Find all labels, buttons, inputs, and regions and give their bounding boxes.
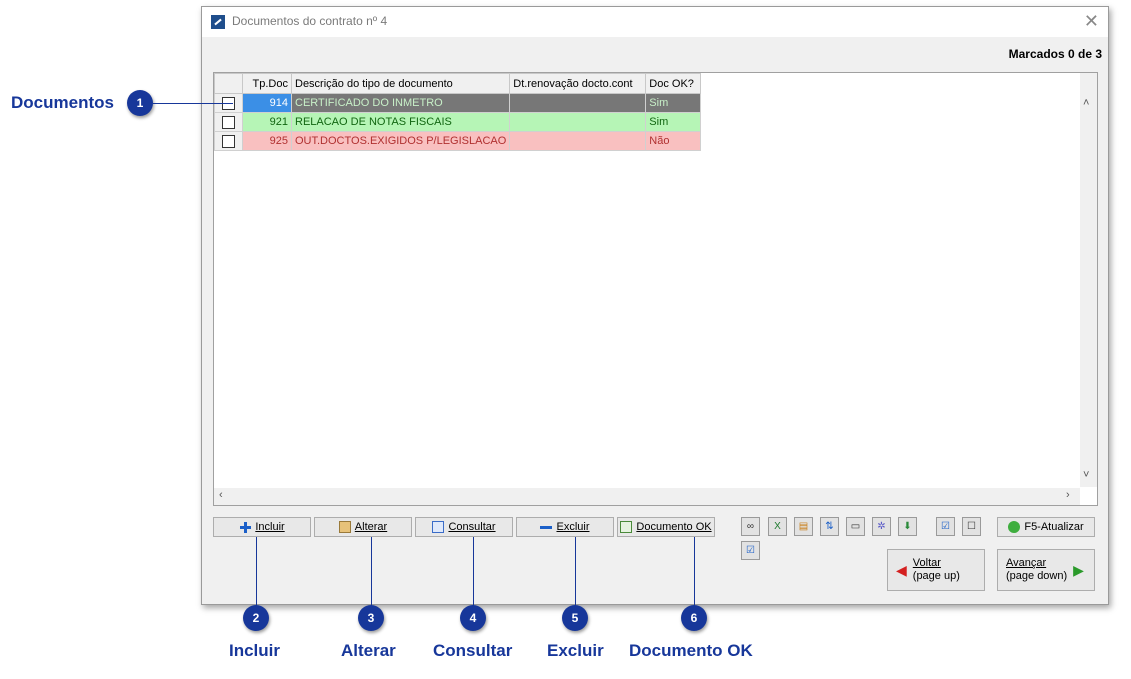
vertical-scrollbar[interactable]: ˄ ˅: [1080, 73, 1097, 487]
callout-line-4: [473, 537, 474, 607]
checklist-icon[interactable]: ☑: [741, 541, 760, 560]
avancar-shortcut: (page down): [1006, 570, 1068, 582]
callout-line-6: [694, 537, 695, 607]
consultar-button[interactable]: Consultar: [415, 517, 513, 537]
callout-label-consultar: Consultar: [433, 641, 513, 660]
callout-line-5: [575, 537, 576, 607]
callout-label-excluir: Excluir: [547, 641, 604, 660]
callout-line-1: [153, 103, 233, 104]
sort-icon[interactable]: ⇅: [820, 517, 839, 536]
incluir-label: Incluir: [255, 521, 285, 533]
cell-description: OUT.DOCTOS.EXIGIDOS P/LEGISLACAO: [290, 131, 511, 151]
scroll-down-icon[interactable]: ˅: [1083, 469, 1089, 481]
uncheck-all-icon[interactable]: ☐: [962, 517, 981, 536]
title-bar: Documentos do contrato nº 4 ✕: [202, 7, 1108, 37]
alterar-label: Alterar: [354, 521, 388, 533]
close-icon[interactable]: ✕: [1084, 11, 1099, 31]
link-icon[interactable]: ∞: [741, 517, 760, 536]
callout-badge-2: 2: [243, 605, 269, 631]
print-icon[interactable]: ▭: [846, 517, 865, 536]
documents-table: Tp.Doc Descrição do tipo de documento Dt…: [214, 73, 702, 151]
cell-doc-ok: Sim: [645, 93, 702, 113]
edit-icon: [338, 521, 351, 533]
avancar-button[interactable]: Avançar (page down) ▶: [997, 549, 1095, 591]
scroll-right-icon[interactable]: ›: [1066, 489, 1070, 501]
voltar-shortcut: (page up): [912, 570, 960, 582]
table-row[interactable]: 914 CERTIFICADO DO INMETRO Sim: [214, 93, 702, 113]
column-header-description[interactable]: Descrição do tipo de documento: [290, 73, 511, 94]
app-icon: [211, 15, 225, 29]
voltar-label: Voltar: [912, 557, 941, 569]
callout-badge-3: 3: [358, 605, 384, 631]
documento-ok-button[interactable]: Documento OK: [617, 517, 715, 537]
cell-doc-ok: Não: [645, 131, 702, 151]
documento-ok-label: Documento OK: [636, 521, 712, 533]
horizontal-scrollbar[interactable]: ‹ ›: [214, 488, 1080, 505]
arrow-right-icon: ▶: [1073, 561, 1084, 578]
cell-renewal: [509, 112, 647, 132]
callout-label-incluir: Incluir: [229, 641, 281, 660]
column-header-tpdoc[interactable]: Tp.Doc: [242, 73, 292, 94]
export-icon[interactable]: ⬇: [898, 517, 917, 536]
column-header-renewal[interactable]: Dt.renovação docto.cont: [509, 73, 647, 94]
window-title: Documentos do contrato nº 4: [232, 14, 388, 28]
callout-badge-5: 5: [562, 605, 588, 631]
callout-line-2: [256, 537, 257, 607]
arrow-left-icon: ◀: [896, 561, 907, 578]
column-header-select[interactable]: [214, 73, 243, 94]
cell-code: 921: [242, 112, 292, 132]
cell-renewal: [509, 93, 647, 113]
callout-line-3: [371, 537, 372, 607]
cell-doc-ok: Sim: [645, 112, 702, 132]
check-all-icon[interactable]: ☑: [936, 517, 955, 536]
consultar-label: Consultar: [448, 521, 496, 533]
minus-icon: [540, 521, 553, 533]
documents-grid[interactable]: Tp.Doc Descrição do tipo de documento Dt…: [213, 72, 1098, 506]
callout-badge-1: 1: [127, 90, 153, 116]
row-checkbox[interactable]: [222, 115, 235, 129]
callout-badge-4: 4: [460, 605, 486, 631]
documents-window: Documentos do contrato nº 4 ✕ Marcados 0…: [201, 6, 1109, 605]
row-checkbox[interactable]: [222, 134, 235, 148]
callout-badge-6: 6: [681, 605, 707, 631]
plus-icon: [239, 521, 252, 533]
column-header-doc-ok[interactable]: Doc OK?: [645, 73, 702, 94]
table-row[interactable]: 925 OUT.DOCTOS.EXIGIDOS P/LEGISLACAO Não: [214, 131, 702, 151]
settings-icon[interactable]: ✲: [872, 517, 891, 536]
table-row[interactable]: 921 RELACAO DE NOTAS FISCAIS Sim: [214, 112, 702, 132]
excluir-button[interactable]: Excluir: [516, 517, 614, 537]
avancar-label: Avançar: [1006, 557, 1047, 569]
f5-label: F5-Atualizar: [1024, 521, 1084, 533]
document-ok-icon: [620, 521, 633, 533]
callout-label-documentos: Documentos: [11, 93, 114, 112]
alterar-button[interactable]: Alterar: [314, 517, 412, 537]
excluir-label: Excluir: [556, 521, 590, 533]
marked-count: Marcados 0 de 3: [1008, 47, 1102, 61]
cell-code: 925: [242, 131, 292, 151]
incluir-button[interactable]: Incluir: [213, 517, 311, 537]
view-icon: [432, 521, 445, 533]
callout-label-documento-ok: Documento OK: [629, 641, 753, 660]
cell-renewal: [509, 131, 647, 151]
f5-refresh-button[interactable]: F5-Atualizar: [997, 517, 1095, 537]
folder-icon[interactable]: ▤: [794, 517, 813, 536]
scroll-left-icon[interactable]: ‹: [219, 489, 223, 501]
scroll-up-icon[interactable]: ˄: [1083, 97, 1089, 109]
cell-description: RELACAO DE NOTAS FISCAIS: [290, 112, 511, 132]
excel-icon[interactable]: X: [768, 517, 787, 536]
cell-code: 914: [242, 93, 292, 113]
callout-label-alterar: Alterar: [341, 641, 396, 660]
cell-description: CERTIFICADO DO INMETRO: [290, 93, 511, 113]
voltar-button[interactable]: ◀ Voltar (page up): [887, 549, 985, 591]
refresh-icon: [1008, 521, 1021, 533]
